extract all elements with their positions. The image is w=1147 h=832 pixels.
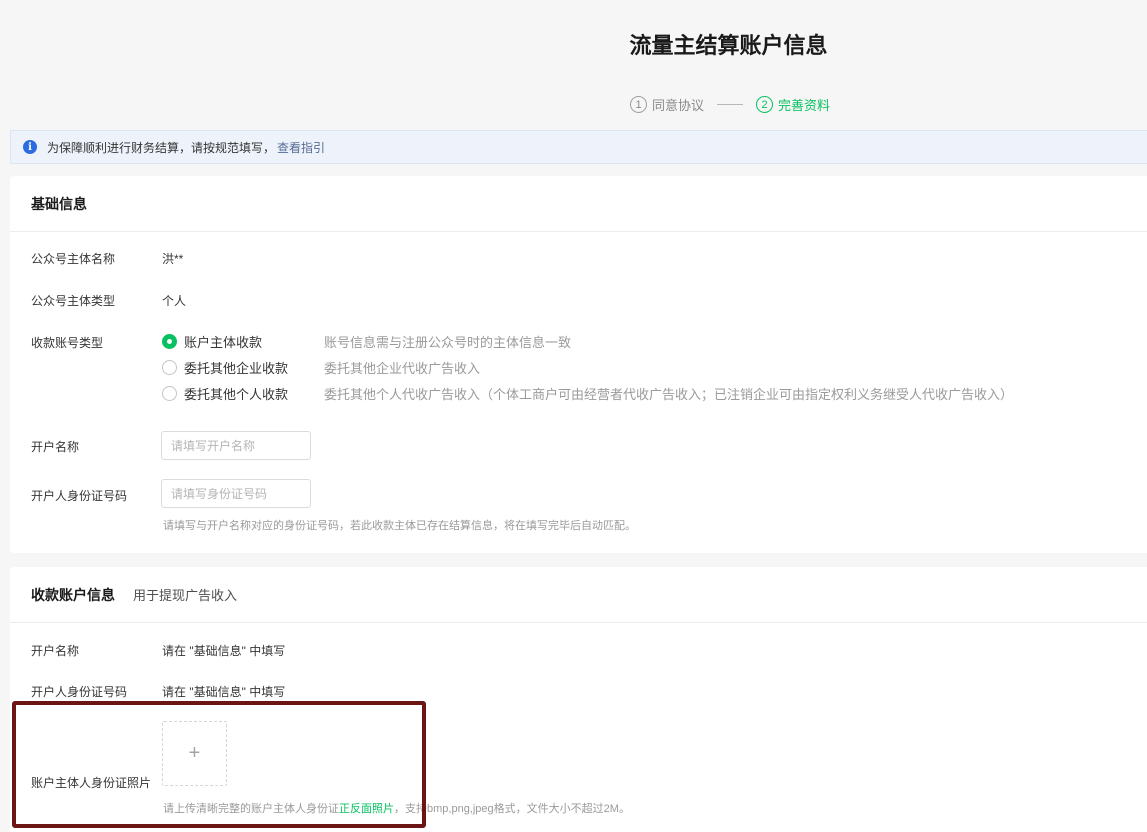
page-title: 流量主结算账户信息 <box>629 33 828 58</box>
card-title: 收款账户信息 <box>31 586 115 603</box>
step-agree-protocol: 1 同意协议 <box>630 95 704 114</box>
radio-label[interactable]: 账户主体收款 <box>184 332 324 351</box>
plus-icon: + <box>188 742 201 764</box>
card-header: 收款账户信息 用于提现广告收入 <box>10 567 1147 623</box>
radio-label[interactable]: 委托其他个人收款 <box>184 384 324 403</box>
holder-id-input[interactable] <box>161 479 311 508</box>
radio-description: 委托其他个人代收广告收入（个体工商户可由经营者代收广告收入；已注销企业可由指定权… <box>324 387 1014 402</box>
step-connector <box>717 104 744 105</box>
field-label: 开户人身份证号码 <box>31 489 128 503</box>
field-label: 公众号主体类型 <box>31 294 116 308</box>
view-guide-link[interactable]: 查看指引 <box>277 139 325 156</box>
basic-info-card: 基础信息 公众号主体名称 洪** 公众号主体类型 个人 收款账号类型 账户主体收… <box>10 176 1147 553</box>
radio-description: 委托其他企业代收广告收入 <box>324 361 481 376</box>
step-label: 完善资料 <box>778 98 831 113</box>
entity-type-value: 个人 <box>162 294 187 308</box>
holder-name-value: 请在 "基础信息" 中填写 <box>162 644 286 658</box>
radio-other-person[interactable]: 委托其他个人收款 委托其他个人代收广告收入（个体工商户可由经营者代收广告收入；已… <box>162 384 1013 403</box>
field-label: 收款账号类型 <box>31 336 104 350</box>
radio-label[interactable]: 委托其他企业收款 <box>184 358 324 377</box>
step-indicator: 1 同意协议 2 完善资料 <box>630 95 830 114</box>
step-number: 1 <box>630 96 647 113</box>
step-complete-info: 2 完善资料 <box>756 95 830 114</box>
holder-id-value: 请在 "基础信息" 中填写 <box>162 685 286 699</box>
id-photo-upload-button[interactable]: + <box>162 721 227 786</box>
radio-button[interactable] <box>162 334 177 349</box>
upload-hint: 请上传清晰完整的账户主体人身份证正反面照片，支持bmp,png,jpeg格式，文… <box>163 800 630 816</box>
field-label: 账户主体人身份证照片 <box>31 776 152 790</box>
info-icon: i <box>23 140 37 154</box>
holder-id-hint: 请填写与开户名称对应的身份证号码，若此收款主体已存在结算信息，将在填写完毕后自动… <box>163 520 636 532</box>
account-info-card: 收款账户信息 用于提现广告收入 开户名称 请在 "基础信息" 中填写 开户人身份… <box>10 567 1147 832</box>
radio-account-holder[interactable]: 账户主体收款 账号信息需与注册公众号时的主体信息一致 <box>162 332 571 351</box>
step-number: 2 <box>756 96 774 113</box>
upload-hint-text: 请上传清晰完整的账户主体人身份证 <box>163 803 339 815</box>
step-label: 同意协议 <box>652 98 705 113</box>
field-label: 公众号主体名称 <box>31 252 116 266</box>
radio-button[interactable] <box>162 386 177 401</box>
field-label: 开户名称 <box>31 440 80 454</box>
entity-name-value: 洪** <box>162 252 184 266</box>
radio-button[interactable] <box>162 360 177 375</box>
field-label: 开户人身份证号码 <box>31 685 128 699</box>
radio-other-company[interactable]: 委托其他企业收款 委托其他企业代收广告收入 <box>162 358 480 377</box>
holder-name-input[interactable] <box>161 431 311 460</box>
card-subtitle: 用于提现广告收入 <box>133 588 238 603</box>
notice-bar: i 为保障顺利进行财务结算，请按规范填写， 查看指引 <box>10 130 1147 164</box>
notice-text: 为保障顺利进行财务结算，请按规范填写， <box>47 140 276 155</box>
card-header: 基础信息 <box>10 176 1147 232</box>
upload-hint-text: ，支持bmp,png,jpeg格式，文件大小不超过2M。 <box>394 803 630 815</box>
field-label: 开户名称 <box>31 644 80 658</box>
card-title: 基础信息 <box>31 195 87 212</box>
upload-hint-highlight: 正反面照片 <box>339 803 394 815</box>
radio-description: 账号信息需与注册公众号时的主体信息一致 <box>324 335 572 350</box>
